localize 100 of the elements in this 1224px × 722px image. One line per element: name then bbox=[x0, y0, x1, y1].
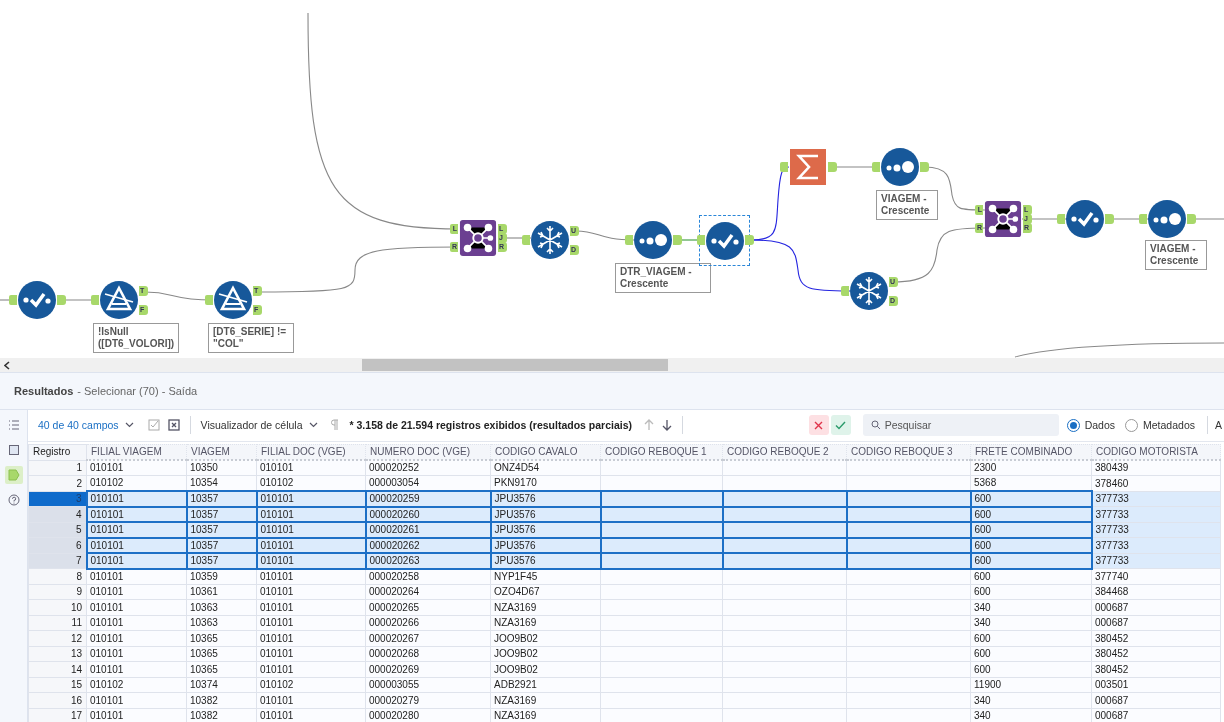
workflow-tool[interactable] bbox=[530, 220, 570, 260]
table-cell: 010101 bbox=[86, 630, 187, 647]
table-cell: 340 bbox=[970, 615, 1092, 631]
output-anchor[interactable] bbox=[1105, 214, 1114, 224]
workflow-tool[interactable] bbox=[984, 200, 1022, 238]
table-cell: 000020263 bbox=[365, 553, 491, 569]
accept-button[interactable] bbox=[830, 415, 851, 436]
table-cell: 010101 bbox=[86, 615, 187, 631]
table-cell: 10365 bbox=[186, 630, 257, 647]
output-anchor[interactable] bbox=[920, 162, 929, 172]
table-cell: NZA3169 bbox=[490, 599, 601, 616]
table-cell: NZA3169 bbox=[490, 692, 601, 709]
table-cell: 10357 bbox=[186, 491, 257, 507]
table-cell: 600 bbox=[970, 584, 1092, 600]
column-header[interactable]: CODIGO REBOQUE 2 bbox=[722, 444, 847, 461]
column-header[interactable]: CODIGO CAVALO bbox=[490, 444, 601, 461]
table-cell: OZO4D67 bbox=[490, 584, 601, 600]
workflow-tool[interactable] bbox=[880, 147, 920, 187]
scroll-left-icon[interactable] bbox=[4, 360, 10, 370]
arrow-down-icon[interactable] bbox=[662, 419, 672, 432]
table-cell: 000020261 bbox=[365, 522, 491, 538]
workflow-tool[interactable] bbox=[699, 215, 750, 266]
table-cell: 010101 bbox=[256, 630, 366, 647]
radio-option[interactable]: Dados bbox=[1066, 417, 1116, 434]
select-all-icon[interactable] bbox=[147, 419, 160, 432]
workflow-tool[interactable] bbox=[459, 219, 497, 257]
output-anchor[interactable] bbox=[673, 235, 682, 245]
table-cell: 600 bbox=[970, 646, 1092, 662]
column-header[interactable]: CODIGO REBOQUE 1 bbox=[600, 444, 723, 461]
table-cell: 000020259 bbox=[365, 491, 491, 507]
column-header[interactable]: FILIAL DOC (VGE) bbox=[256, 444, 366, 461]
input-anchor[interactable] bbox=[1139, 214, 1147, 224]
tool-annotation: DTR_VIAGEM - Crescente bbox=[615, 263, 711, 293]
table-cell: 600 bbox=[970, 553, 1092, 569]
column-header[interactable]: CODIGO MOTORISTA bbox=[1091, 444, 1221, 461]
column-header[interactable]: VIAGEM bbox=[186, 444, 257, 461]
input-anchor[interactable] bbox=[780, 162, 788, 172]
cell-viewer-dropdown[interactable]: Visualizador de célula bbox=[200, 417, 318, 434]
table-cell: 380452 bbox=[1091, 646, 1221, 662]
list-icon bbox=[7, 419, 20, 431]
filter-tool-icon bbox=[99, 280, 139, 320]
table-cell: 000020279 bbox=[365, 692, 491, 709]
deselect-all-icon[interactable] bbox=[167, 419, 180, 432]
table-cell: 10365 bbox=[186, 646, 257, 662]
workflow-tool[interactable] bbox=[1147, 199, 1187, 239]
column-header[interactable]: NUMERO DOC (VGE) bbox=[365, 444, 491, 461]
workflow-tool[interactable] bbox=[99, 280, 139, 320]
table-cell: 010101 bbox=[256, 553, 366, 569]
input-anchor[interactable] bbox=[1057, 214, 1065, 224]
table-cell: 377733 bbox=[1091, 537, 1221, 554]
table-cell: 010101 bbox=[86, 584, 187, 600]
output-anchor[interactable] bbox=[828, 162, 837, 172]
workflow-tool[interactable] bbox=[1065, 199, 1105, 239]
column-header[interactable]: CODIGO REBOQUE 3 bbox=[846, 444, 971, 461]
tool-annotation: VIAGEM - Crescente bbox=[876, 190, 938, 220]
table-cell: 010101 bbox=[256, 522, 366, 538]
table-cell: 000020266 bbox=[365, 615, 491, 631]
table-cell: NYP1F45 bbox=[490, 568, 601, 585]
input-anchor[interactable] bbox=[841, 286, 849, 296]
input-anchor[interactable] bbox=[697, 235, 705, 245]
input-anchor[interactable] bbox=[205, 295, 213, 305]
workflow-tool[interactable] bbox=[17, 280, 57, 320]
select-tool-icon bbox=[1065, 199, 1105, 239]
table-cell: 600 bbox=[970, 568, 1092, 585]
workflow-tool[interactable] bbox=[213, 280, 253, 320]
table-cell: 010101 bbox=[86, 599, 187, 616]
output-anchor[interactable] bbox=[1187, 214, 1196, 224]
table-cell: 10361 bbox=[186, 584, 257, 600]
input-anchor[interactable] bbox=[91, 295, 99, 305]
column-header[interactable]: Registro bbox=[28, 444, 87, 461]
reject-button[interactable] bbox=[808, 415, 829, 436]
snowflake-icon bbox=[530, 220, 570, 260]
table-cell: 010101 bbox=[256, 491, 366, 507]
radio-option[interactable]: Metadados bbox=[1125, 417, 1195, 434]
fields-dropdown[interactable]: 40 de 40 campos bbox=[38, 417, 134, 434]
column-header[interactable]: FILIAL VIAGEM bbox=[86, 444, 187, 461]
input-anchor[interactable] bbox=[9, 295, 17, 305]
table-cell: 000003055 bbox=[365, 677, 491, 693]
input-anchor[interactable] bbox=[522, 235, 530, 245]
input-anchor[interactable] bbox=[872, 162, 880, 172]
caret-icon bbox=[124, 422, 134, 429]
table-cell: 003501 bbox=[1091, 677, 1221, 693]
table-cell: 000020265 bbox=[365, 599, 491, 616]
table-cell: 010101 bbox=[86, 553, 187, 569]
workflow-tool[interactable] bbox=[849, 271, 889, 311]
output-anchor[interactable] bbox=[745, 235, 754, 245]
scrollbar-thumb[interactable] bbox=[362, 359, 668, 371]
column-header[interactable]: FRETE COMBINADO bbox=[970, 444, 1092, 461]
table-cell: 10365 bbox=[186, 661, 257, 678]
snowflake-icon bbox=[849, 271, 889, 311]
table-cell: 010101 bbox=[256, 460, 366, 476]
pilcrow-icon[interactable] bbox=[329, 419, 339, 432]
workflow-tool[interactable] bbox=[633, 220, 673, 260]
table-cell: 377733 bbox=[1091, 522, 1221, 538]
input-anchor[interactable] bbox=[625, 235, 633, 245]
search-field[interactable]: Pesquisar bbox=[862, 414, 1059, 437]
caret-icon bbox=[308, 422, 318, 429]
table-cell: 11900 bbox=[970, 677, 1092, 693]
table-cell: 010101 bbox=[86, 522, 187, 538]
output-anchor[interactable] bbox=[57, 295, 66, 305]
